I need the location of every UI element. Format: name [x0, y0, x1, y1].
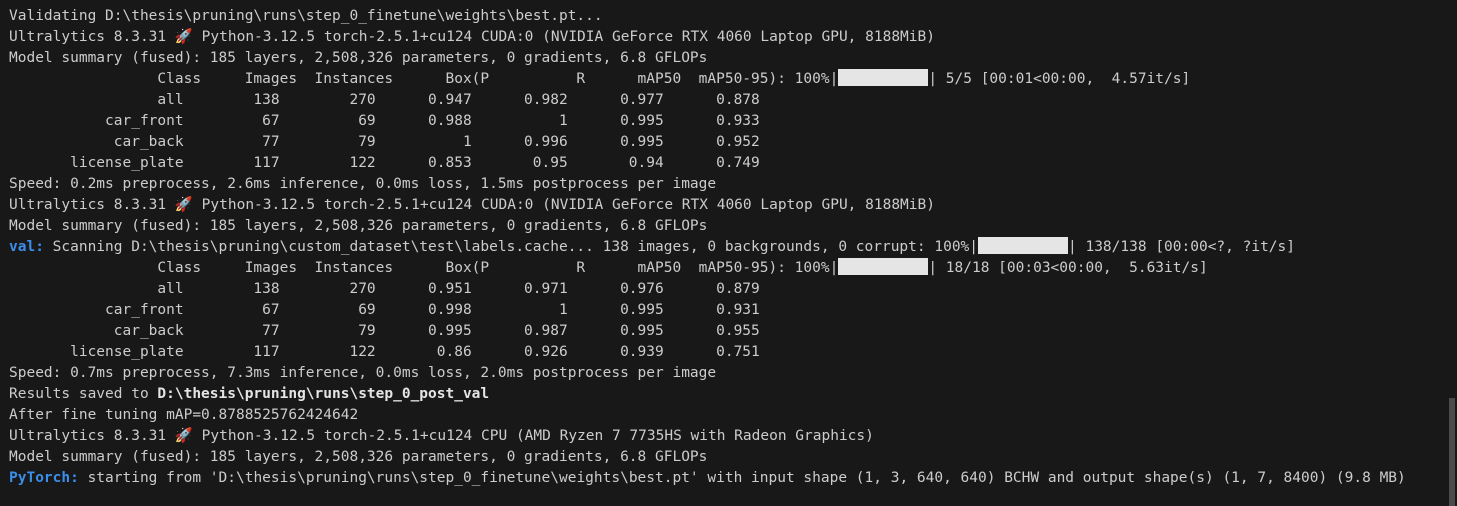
terminal-text: Class Images Instances Box(P R mAP50 mAP…: [9, 260, 839, 276]
terminal-line: Model summary (fused): 185 layers, 2,508…: [9, 50, 708, 66]
terminal-text: Scanning D:\thesis\pruning\custom_datase…: [43, 239, 979, 255]
terminal-line: Ultralytics 8.3.31 🚀 Python-3.12.5 torch…: [9, 195, 1444, 216]
terminal-line: After fine tuning mAP=0.8788525762424642: [9, 407, 359, 423]
terminal-output[interactable]: Validating D:\thesis\pruning\runs\step_0…: [9, 0, 1444, 506]
progress-bar: [838, 258, 929, 275]
results-path: D:\thesis\pruning\runs\step_0_post_val: [157, 386, 490, 402]
progress-bar: [978, 237, 1069, 254]
terminal-line: all 138 270 0.951 0.971 0.976 0.879: [9, 281, 760, 297]
terminal-text: Ultralytics 8.3.31: [9, 197, 175, 213]
rocket-icon: 🚀: [174, 197, 193, 213]
terminal-text: Ultralytics 8.3.31: [9, 428, 175, 444]
terminal-line: val: Scanning D:\thesis\pruning\custom_d…: [9, 237, 1444, 258]
terminal-line: all 138 270 0.947 0.982 0.977 0.878: [9, 92, 760, 108]
terminal-line: car_back 77 79 0.995 0.987 0.995 0.955: [9, 323, 760, 339]
terminal-line: Class Images Instances Box(P R mAP50 mAP…: [9, 69, 1444, 90]
terminal-line: Ultralytics 8.3.31 🚀 Python-3.12.5 torch…: [9, 27, 1444, 48]
terminal-text: Class Images Instances Box(P R mAP50 mAP…: [9, 71, 839, 87]
pytorch-label: PyTorch:: [9, 470, 79, 486]
scrollbar-thumb[interactable]: [1449, 398, 1455, 506]
val-label: val:: [9, 239, 44, 255]
terminal-text: Ultralytics 8.3.31: [9, 29, 175, 45]
terminal-line: Speed: 0.2ms preprocess, 2.6ms inference…: [9, 176, 717, 192]
terminal-text: Python-3.12.5 torch-2.5.1+cu124 CPU (AMD…: [192, 428, 874, 444]
terminal-line: Class Images Instances Box(P R mAP50 mAP…: [9, 258, 1444, 279]
rocket-icon: 🚀: [174, 29, 193, 45]
terminal-line: Results saved to D:\thesis\pruning\runs\…: [9, 384, 1444, 405]
rocket-icon: 🚀: [174, 428, 193, 444]
terminal-line: PyTorch: starting from 'D:\thesis\prunin…: [9, 468, 1444, 489]
terminal-line: Model summary (fused): 185 layers, 2,508…: [9, 218, 708, 234]
terminal-line: license_plate 117 122 0.853 0.95 0.94 0.…: [9, 155, 760, 171]
terminal-line: car_back 77 79 1 0.996 0.995 0.952: [9, 134, 760, 150]
terminal-text: | 18/18 [00:03<00:00, 5.63it/s]: [928, 260, 1208, 276]
terminal-line: car_front 67 69 0.988 1 0.995 0.933: [9, 113, 760, 129]
terminal-line: Validating D:\thesis\pruning\runs\step_0…: [9, 8, 603, 24]
progress-bar: [838, 69, 929, 86]
terminal-line: Ultralytics 8.3.31 🚀 Python-3.12.5 torch…: [9, 426, 1444, 447]
terminal-line: Model summary (fused): 185 layers, 2,508…: [9, 449, 708, 465]
terminal-line: license_plate 117 122 0.86 0.926 0.939 0…: [9, 344, 760, 360]
terminal-text: | 5/5 [00:01<00:00, 4.57it/s]: [928, 71, 1191, 87]
terminal-text: Python-3.12.5 torch-2.5.1+cu124 CUDA:0 (…: [192, 29, 935, 45]
vertical-scrollbar[interactable]: [1447, 0, 1457, 506]
terminal-line: car_front 67 69 0.998 1 0.995 0.931: [9, 302, 760, 318]
terminal-text: Results saved to: [9, 386, 158, 402]
terminal-line: Speed: 0.7ms preprocess, 7.3ms inference…: [9, 365, 717, 381]
terminal-text: | 138/138 [00:00<?, ?it/s]: [1068, 239, 1295, 255]
terminal-text: starting from 'D:\thesis\pruning\runs\st…: [78, 470, 1406, 486]
terminal-text: Python-3.12.5 torch-2.5.1+cu124 CUDA:0 (…: [192, 197, 935, 213]
